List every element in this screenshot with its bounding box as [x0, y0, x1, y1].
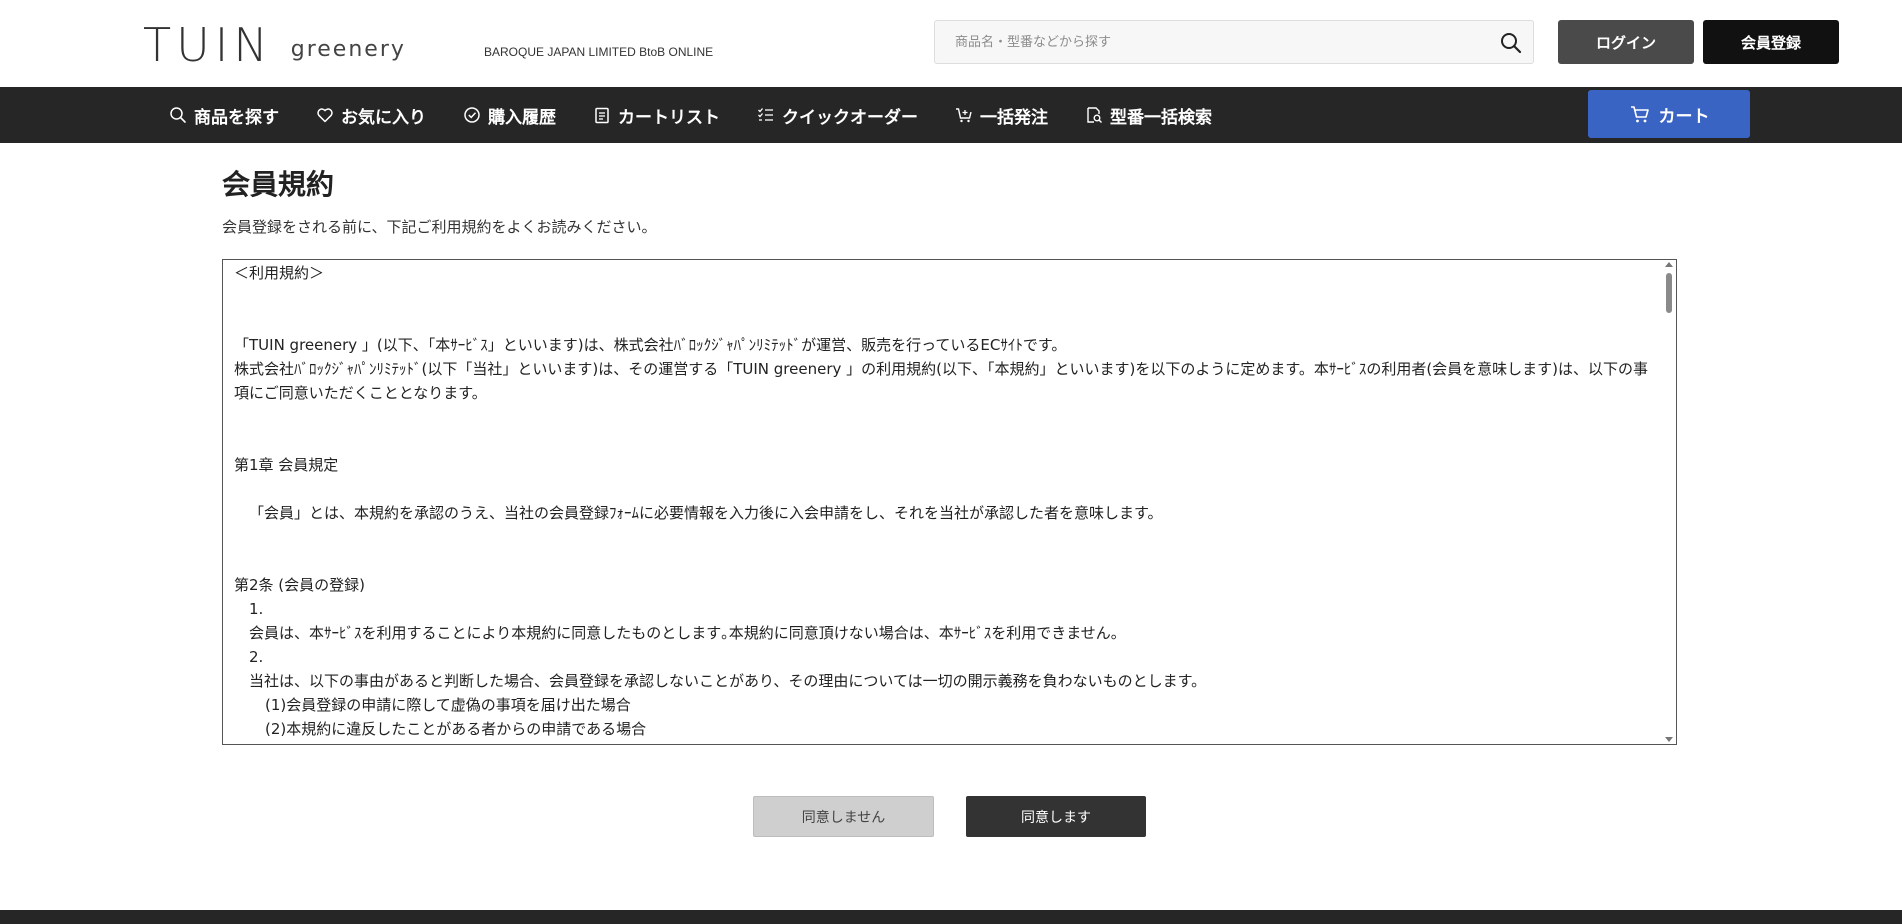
logo-main-text: TUIN	[143, 18, 273, 72]
nav-items: 商品を探す お気に入り 購入履歴 カートリスト クイックオーダー 一括発注 型番…	[168, 87, 1248, 143]
logo-sub-text: greenery	[290, 37, 406, 62]
nav-item-label: カートリスト	[618, 107, 720, 128]
terms-line	[234, 477, 1654, 501]
terms-line: 「会員」とは、本規約を承認のうえ、当社の会員登録ﾌｫｰﾑに必要情報を入力後に入会…	[249, 504, 1163, 522]
nav-item-label: 商品を探す	[194, 107, 279, 128]
nav-item-bulk-order[interactable]: 一括発注	[954, 103, 1048, 128]
nav-item-label: 購入履歴	[488, 107, 556, 128]
search-input[interactable]	[935, 21, 1495, 63]
terms-scrollbar[interactable]	[1662, 260, 1676, 744]
clipboard-icon	[595, 107, 609, 124]
terms-line: 第2条 (会員の登録)	[234, 576, 366, 594]
search-box	[934, 20, 1534, 64]
agree-button[interactable]: 同意します	[966, 796, 1146, 837]
scroll-down-arrow-icon[interactable]	[1665, 737, 1673, 742]
nav-item-label: お気に入り	[341, 107, 426, 128]
search-icon	[170, 107, 186, 123]
nav-item-search[interactable]: 商品を探す	[168, 103, 279, 128]
nav-item-history[interactable]: 購入履歴	[462, 103, 556, 128]
nav-item-label: 型番一括検索	[1110, 107, 1212, 128]
terms-line	[234, 405, 1654, 429]
site-logo[interactable]: TUIN greenery	[143, 18, 406, 68]
terms-line: 第1章 会員規定	[234, 456, 339, 474]
cart-icon	[1630, 106, 1649, 123]
terms-line: 株式会社ﾊﾞﾛｯｸｼﾞｬﾊﾟﾝﾘﾐﾃｯﾄﾞ(以下「当社」といいます)は、その運営…	[234, 360, 1649, 402]
site-header: TUIN greenery BAROQUE JAPAN LIMITED BtoB…	[0, 0, 1902, 87]
terms-line	[234, 429, 1654, 453]
cart-plus-icon	[956, 108, 972, 123]
page-title: 会員規約	[222, 168, 335, 201]
terms-line: 会員は、本ｻｰﾋﾞｽを利用することにより本規約に同意したものとします｡本規約に同…	[249, 624, 1126, 642]
search-button[interactable]	[1499, 31, 1523, 55]
main-nav: 商品を探す お気に入り 購入履歴 カートリスト クイックオーダー 一括発注 型番…	[0, 87, 1902, 143]
scroll-up-arrow-icon[interactable]	[1665, 262, 1673, 267]
terms-line: 2.	[249, 648, 264, 666]
history-icon	[464, 107, 480, 123]
cart-button[interactable]: カート	[1588, 90, 1750, 138]
terms-line: 「TUIN greenery 」(以下、「本ｻｰﾋﾞｽ」といいます)は、株式会社…	[234, 336, 1067, 354]
terms-line	[234, 525, 1654, 549]
checklist-icon	[758, 108, 773, 121]
intro-text: 会員登録をされる前に、下記ご利用規約をよくお読みください。	[222, 218, 657, 236]
search-icon	[1501, 33, 1522, 54]
terms-line	[234, 309, 1654, 333]
footer	[0, 910, 1902, 924]
terms-content: ＜利用規約＞ 「TUIN greenery 」(以下、「本ｻｰﾋﾞｽ」といいます…	[234, 260, 1654, 741]
nav-item-label: クイックオーダー	[782, 107, 918, 128]
terms-line: (2)本規約に違反したことがある者からの申請である場合	[265, 720, 647, 738]
terms-line: 1.	[249, 600, 264, 618]
nav-item-quick-order[interactable]: クイックオーダー	[756, 103, 918, 128]
cart-button-label: カート	[1658, 106, 1710, 127]
terms-line: 当社は、以下の事由があると判断した場合、会員登録を承認しないことがあり、その理由…	[249, 672, 1207, 690]
login-button[interactable]: ログイン	[1558, 20, 1694, 64]
terms-line	[234, 285, 1654, 309]
terms-line: ＜利用規約＞	[234, 264, 325, 282]
nav-item-favorites[interactable]: お気に入り	[315, 103, 426, 128]
disagree-button[interactable]: 同意しません	[753, 796, 934, 837]
terms-line: (1)会員登録の申請に際して虚偽の事項を届け出た場合	[265, 696, 631, 714]
nav-item-cart-list[interactable]: カートリスト	[592, 103, 720, 128]
scroll-thumb[interactable]	[1666, 273, 1672, 313]
document-search-icon	[1087, 107, 1102, 123]
register-button[interactable]: 会員登録	[1703, 20, 1839, 64]
site-tagline: BAROQUE JAPAN LIMITED BtoB ONLINE	[484, 45, 714, 59]
terms-line	[234, 549, 1654, 573]
nav-item-label: 一括発注	[980, 107, 1048, 128]
nav-item-model-search[interactable]: 型番一括検索	[1084, 103, 1212, 128]
heart-icon	[317, 108, 333, 123]
terms-textarea[interactable]: ＜利用規約＞ 「TUIN greenery 」(以下、「本ｻｰﾋﾞｽ」といいます…	[222, 259, 1677, 745]
